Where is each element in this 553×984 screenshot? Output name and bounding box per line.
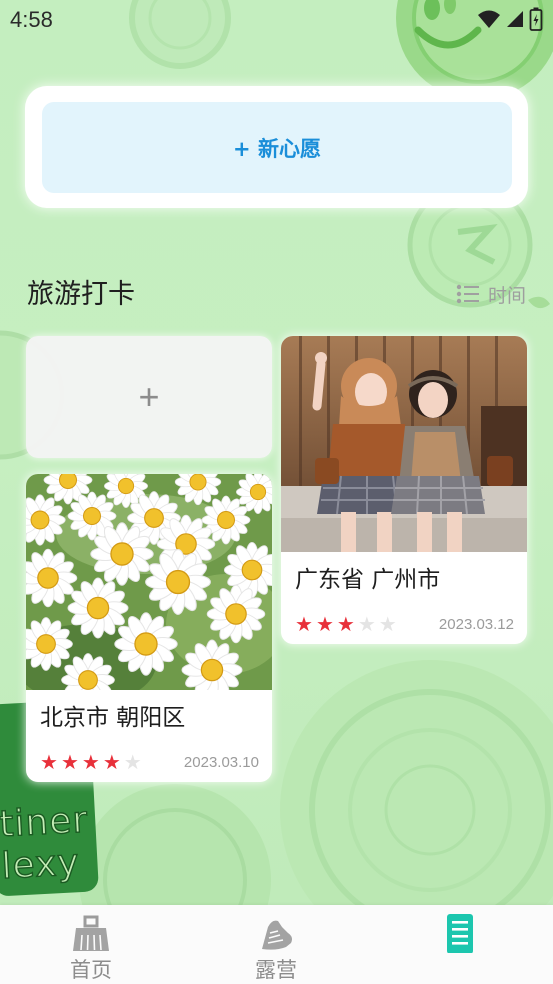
nav-label-home: 首页 xyxy=(70,958,112,982)
card-date: 2023.03.12 xyxy=(438,616,514,633)
nav-tab-checkin[interactable] xyxy=(400,905,520,984)
bottom-nav: 首页 露营 xyxy=(0,905,553,984)
star-filled: ★ xyxy=(295,612,313,636)
nav-tab-home[interactable]: 首页 xyxy=(31,905,151,984)
broom-icon xyxy=(73,915,109,951)
sort-label: 时间 xyxy=(487,284,526,307)
status-icons xyxy=(477,7,543,31)
star-filled: ★ xyxy=(102,750,121,774)
star-filled: ★ xyxy=(336,612,355,636)
section-title: 旅游打卡 xyxy=(27,279,135,310)
card-location: 广东省 广州市 xyxy=(295,567,441,593)
checkin-card[interactable]: 北京市 朝阳区 ★ ★ ★ ★ ★ 2023.03.10 xyxy=(26,474,272,782)
wifi-icon xyxy=(478,10,500,28)
status-bar: 4:58 xyxy=(0,0,553,40)
star-empty: ★ xyxy=(357,612,376,636)
nav-label-camping: 露营 xyxy=(255,958,297,982)
card-photo xyxy=(26,474,272,690)
sneaker-icon xyxy=(262,920,292,950)
star-rating: ★ ★ ★ ★ ★ xyxy=(40,750,145,774)
card-date: 2023.03.10 xyxy=(183,754,259,771)
status-time: 4:58 xyxy=(10,7,53,32)
card-location: 北京市 朝阳区 xyxy=(40,705,186,731)
nav-tab-camping[interactable]: 露营 xyxy=(216,905,336,984)
add-checkin-button[interactable]: + xyxy=(26,336,272,458)
sort-by-time-button[interactable]: 时间 xyxy=(456,282,526,307)
list-icon xyxy=(456,284,479,304)
star-filled: ★ xyxy=(60,750,79,774)
card-photo xyxy=(281,336,527,552)
star-filled: ★ xyxy=(40,750,58,774)
star-filled: ★ xyxy=(315,612,334,636)
star-empty: ★ xyxy=(378,612,397,636)
signal-icon xyxy=(507,11,523,27)
star-filled: ★ xyxy=(81,750,100,774)
badge-text-line2: lexy xyxy=(0,841,81,888)
battery-charging-icon xyxy=(529,7,543,31)
badge-text-line1: tiner xyxy=(0,799,90,846)
star-empty: ★ xyxy=(123,750,142,774)
wish-card: + 新心愿 xyxy=(25,86,528,208)
plus-icon: + xyxy=(138,376,160,417)
new-wish-button[interactable]: + 新心愿 xyxy=(42,102,512,193)
notes-icon xyxy=(447,914,473,953)
star-rating: ★ ★ ★ ★ ★ xyxy=(295,612,400,636)
checkin-card[interactable]: 广东省 广州市 ★ ★ ★ ★ ★ 2023.03.12 xyxy=(281,336,527,644)
